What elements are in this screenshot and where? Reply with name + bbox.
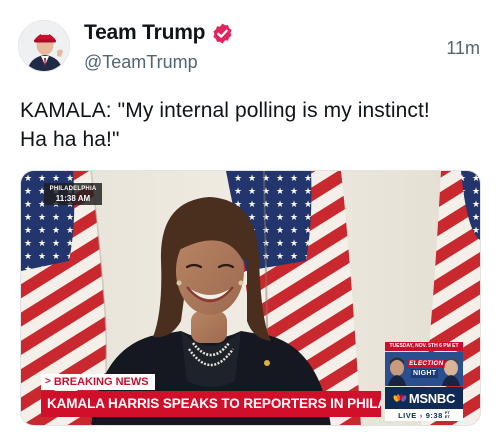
- live-time: 9:38: [425, 410, 443, 420]
- location-timestamp-box: PHILADELPHIA 11:38 AM: [44, 183, 102, 205]
- promo-title-1: ELECTION: [406, 360, 447, 368]
- tweet-header: Team Trump @TeamTrump 11m: [0, 0, 500, 80]
- user-handle[interactable]: @TeamTrump: [84, 52, 198, 73]
- election-night-promo: ELECTION NIGHT: [385, 352, 463, 386]
- live-indicator: LIVE › 9:38 PT ET: [385, 409, 463, 421]
- promo-title-2: NIGHT: [411, 369, 439, 378]
- network-name: MSNBC: [408, 390, 456, 406]
- display-name[interactable]: Team Trump: [84, 21, 206, 45]
- local-time: 11:38 AM: [55, 194, 91, 203]
- verified-badge-icon: [213, 22, 232, 44]
- avatar-image: [19, 21, 69, 71]
- live-label: LIVE: [398, 410, 417, 420]
- breaking-news-label: > BREAKING NEWS: [41, 374, 155, 390]
- timestamp[interactable]: 11m: [446, 38, 480, 59]
- breaking-news-text: BREAKING NEWS: [53, 376, 149, 388]
- video-player[interactable]: ★ PHI: [20, 170, 481, 426]
- network-logo-box: MSNBC: [385, 387, 463, 409]
- chevron-right-icon: ›: [419, 410, 423, 420]
- peacock-icon: [393, 393, 407, 402]
- tweet-text-line-1: KAMALA: "My internal polling is my insti…: [20, 99, 430, 122]
- location-label: PHILADELPHIA: [49, 186, 97, 192]
- tweet-text-line-2: Ha ha ha!": [20, 128, 120, 151]
- tweet-text: KAMALA: "My internal polling is my insti…: [20, 96, 490, 154]
- chevron-right-icon: >: [45, 376, 51, 387]
- news-headline-bar: KAMALA HARRIS SPEAKS TO REPORTERS IN PHI…: [41, 391, 381, 417]
- live-timezone: PT ET: [445, 411, 450, 419]
- avatar[interactable]: [18, 20, 70, 72]
- promo-date: TUESDAY, NOV. 5TH 6 PM ET: [385, 342, 463, 351]
- timezone-et: ET: [444, 414, 450, 419]
